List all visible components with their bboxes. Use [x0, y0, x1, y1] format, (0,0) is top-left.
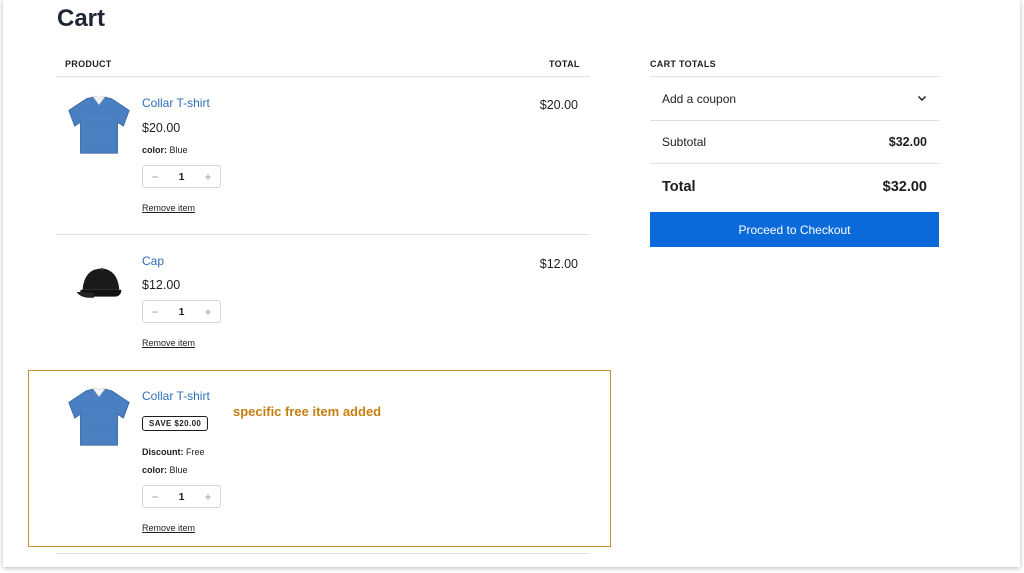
product-price: $12.00: [142, 278, 181, 292]
subtotal-label: Subtotal: [662, 135, 707, 149]
product-color-attribute: color: Blue: [142, 465, 188, 475]
cart-page: Cart PRODUCT TOTAL Collar T-shirt $20.00…: [3, 0, 1020, 567]
quantity-stepper: − 1 +: [142, 485, 221, 508]
quantity-stepper: − 1 +: [142, 165, 221, 188]
discount-label: Discount:: [142, 447, 184, 457]
decrease-quantity-button[interactable]: −: [150, 170, 160, 184]
quantity-value[interactable]: 1: [179, 171, 185, 183]
product-price: $20.00: [142, 121, 181, 135]
collar-tshirt-thumbnail: [68, 387, 130, 446]
product-name-link[interactable]: Collar T-shirt: [142, 389, 210, 403]
save-badge: SAVE $20.00: [142, 416, 209, 431]
remove-item-link[interactable]: Remove item: [142, 338, 195, 348]
header-divider: [56, 76, 590, 77]
chevron-down-icon: [917, 95, 927, 102]
total-value: $32.00: [882, 179, 927, 195]
remove-item-link[interactable]: Remove item: [142, 203, 195, 213]
remove-item-link[interactable]: Remove item: [142, 523, 195, 533]
cart-totals-heading: CART TOTALS: [650, 59, 716, 69]
product-color-attribute: color: Blue: [142, 145, 188, 155]
product-name-link[interactable]: Cap: [142, 254, 164, 268]
decrease-quantity-button[interactable]: −: [150, 305, 160, 319]
increase-quantity-button[interactable]: +: [203, 170, 213, 184]
decrease-quantity-button[interactable]: −: [150, 490, 160, 504]
increase-quantity-button[interactable]: +: [203, 490, 213, 504]
discount-value: Free: [186, 447, 205, 457]
increase-quantity-button[interactable]: +: [203, 305, 213, 319]
free-item-annotation: specific free item added: [233, 404, 382, 419]
collar-tshirt-thumbnail: [68, 95, 130, 154]
total-column-header: TOTAL: [549, 59, 580, 69]
line-total: $20.00: [539, 98, 578, 112]
row-divider: [56, 553, 590, 554]
quantity-stepper: − 1 +: [142, 300, 221, 323]
coupon-label: Add a coupon: [662, 91, 737, 106]
total-row: Total $32.00: [650, 164, 939, 210]
add-coupon-toggle[interactable]: Add a coupon: [650, 77, 939, 120]
subtotal-value: $32.00: [888, 135, 927, 149]
total-label: Total: [662, 179, 696, 195]
color-label: color:: [142, 465, 168, 475]
cap-thumbnail: [76, 268, 122, 298]
product-discount-attribute: Discount: Free: [142, 447, 205, 457]
color-value: Blue: [169, 145, 188, 155]
page-title: Cart: [57, 5, 106, 32]
product-name-link[interactable]: Collar T-shirt: [142, 96, 210, 110]
quantity-value[interactable]: 1: [179, 491, 185, 503]
color-value: Blue: [169, 465, 188, 475]
product-column-header: PRODUCT: [65, 59, 112, 69]
row-divider: [56, 234, 590, 235]
line-total: $12.00: [539, 257, 578, 271]
subtotal-row: Subtotal $32.00: [650, 121, 939, 163]
proceed-to-checkout-button[interactable]: Proceed to Checkout: [650, 212, 939, 247]
quantity-value[interactable]: 1: [179, 306, 185, 318]
color-label: color:: [142, 145, 168, 155]
